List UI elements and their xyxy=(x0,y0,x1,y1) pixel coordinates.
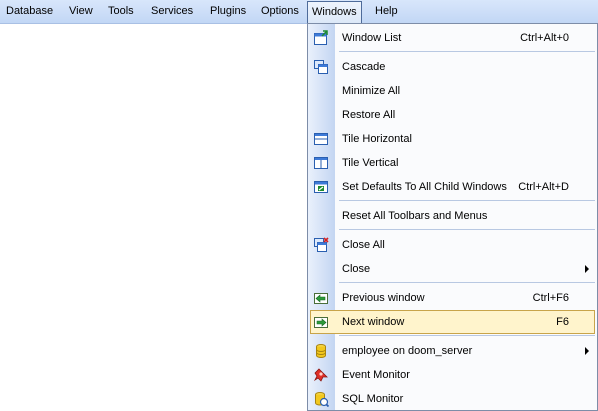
menu-item-set-defaults[interactable]: Set Defaults To All Child Windows Ctrl+A… xyxy=(308,175,597,199)
menu-database[interactable]: Database xyxy=(6,0,53,23)
menu-item-reset-toolbars[interactable]: Reset All Toolbars and Menus xyxy=(308,204,597,228)
menu-plugins[interactable]: Plugins xyxy=(210,0,246,23)
menu-tools[interactable]: Tools xyxy=(108,0,134,23)
menu-options[interactable]: Options xyxy=(261,0,299,23)
menu-item-minimize-all[interactable]: Minimize All xyxy=(308,79,597,103)
menu-item-next-window[interactable]: Next window F6 xyxy=(308,310,597,334)
windows-dropdown-menu: Window List Ctrl+Alt+0 Cascade Minimize … xyxy=(307,23,598,411)
submenu-arrow-icon xyxy=(585,347,589,355)
menu-item-tile-vertical[interactable]: Tile Vertical xyxy=(308,151,597,175)
previous-window-icon xyxy=(314,293,328,304)
event-monitor-icon xyxy=(313,368,328,382)
menu-services[interactable]: Services xyxy=(151,0,193,23)
tile-vertical-icon xyxy=(314,157,328,169)
menu-windows[interactable]: Windows xyxy=(307,1,362,23)
menu-item-event-monitor[interactable]: Event Monitor xyxy=(308,363,597,387)
menu-item-employee-on-doom-server[interactable]: employee on doom_server xyxy=(308,339,597,363)
menu-item-close[interactable]: Close xyxy=(308,257,597,281)
menu-separator xyxy=(339,51,595,52)
menu-item-restore-all[interactable]: Restore All xyxy=(308,103,597,127)
menu-separator xyxy=(339,282,595,283)
menu-item-previous-window[interactable]: Previous window Ctrl+F6 xyxy=(308,286,597,310)
menu-separator xyxy=(339,229,595,230)
submenu-arrow-icon xyxy=(585,265,589,273)
sql-monitor-icon xyxy=(315,392,329,407)
next-window-icon xyxy=(314,317,328,328)
tile-horizontal-icon xyxy=(314,133,328,145)
menu-item-window-list[interactable]: Window List Ctrl+Alt+0 xyxy=(308,26,597,50)
menu-help[interactable]: Help xyxy=(375,0,398,23)
menu-item-sql-monitor[interactable]: SQL Monitor xyxy=(308,387,597,411)
set-defaults-icon xyxy=(314,181,328,193)
menu-item-tile-horizontal[interactable]: Tile Horizontal xyxy=(308,127,597,151)
menu-separator xyxy=(339,200,595,201)
menu-bar: Database View Tools Services Plugins Opt… xyxy=(0,0,598,24)
menu-item-close-all[interactable]: Close All xyxy=(308,233,597,257)
menu-item-cascade[interactable]: Cascade xyxy=(308,55,597,79)
menu-view[interactable]: View xyxy=(69,0,93,23)
window-list-icon xyxy=(314,30,328,45)
database-icon xyxy=(316,344,326,358)
cascade-icon xyxy=(314,60,328,74)
menu-separator xyxy=(339,335,595,336)
close-all-icon xyxy=(314,237,329,252)
